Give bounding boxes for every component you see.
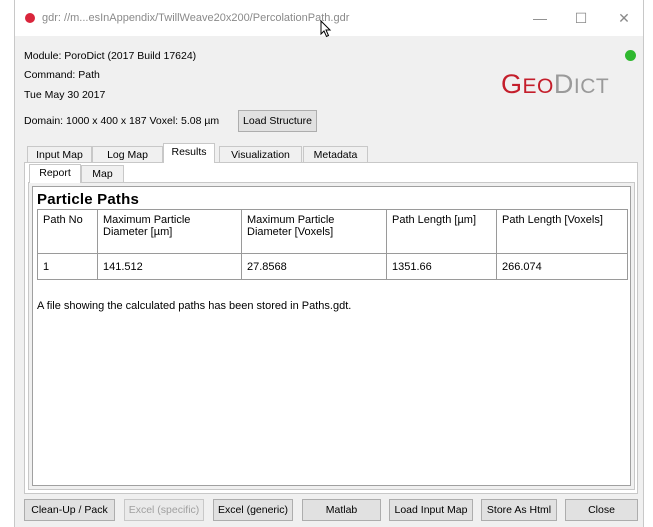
load-structure-button[interactable]: Load Structure: [238, 110, 317, 132]
geodict-logo: GEODICT: [501, 69, 610, 99]
particle-paths-table: Path No Maximum Particle Diameter [µm] M…: [37, 209, 628, 280]
table-row: 1 141.512 27.8568 1351.66 266.074: [37, 253, 628, 280]
excel-generic-button[interactable]: Excel (generic): [213, 499, 293, 521]
table-cell: 1: [37, 253, 98, 280]
cleanup-pack-button[interactable]: Clean-Up / Pack: [24, 499, 115, 521]
excel-specific-button[interactable]: Excel (specific): [124, 499, 204, 521]
mouse-cursor-icon: [320, 20, 332, 38]
module-info: Module: PoroDict (2017 Build 17624): [24, 50, 197, 62]
maximize-button[interactable]: ☐: [566, 8, 596, 28]
tab-visualization[interactable]: Visualization: [219, 146, 302, 163]
table-cell: 27.8568: [241, 253, 387, 280]
close-button[interactable]: Close: [565, 499, 638, 521]
table-cell: 141.512: [97, 253, 242, 280]
tab-log-map[interactable]: Log Map: [92, 146, 163, 163]
column-header-path-no: Path No: [37, 209, 98, 254]
table-cell: 266.074: [496, 253, 628, 280]
command-info: Command: Path: [24, 69, 100, 81]
report-note: A file showing the calculated paths has …: [37, 300, 352, 312]
date-info: Tue May 30 2017: [24, 89, 106, 101]
app-icon: [25, 13, 35, 23]
column-header-max-diameter-voxels: Maximum Particle Diameter [Voxels]: [241, 209, 387, 254]
title-bar[interactable]: gdr: //m...esInAppendix/TwillWeave20x200…: [15, 0, 643, 38]
window-title: gdr: //m...esInAppendix/TwillWeave20x200…: [42, 12, 350, 24]
column-header-path-length-voxels: Path Length [Voxels]: [496, 209, 628, 254]
table-header-row: Path No Maximum Particle Diameter [µm] M…: [37, 209, 628, 254]
matlab-button[interactable]: Matlab: [302, 499, 381, 521]
status-indicator: [625, 50, 636, 61]
store-as-html-button[interactable]: Store As Html: [481, 499, 557, 521]
table-cell: 1351.66: [386, 253, 497, 280]
minimize-button[interactable]: —: [525, 8, 555, 28]
report-title: Particle Paths: [37, 191, 140, 208]
tab-metadata[interactable]: Metadata: [303, 146, 368, 163]
tab-results[interactable]: Results: [163, 143, 215, 163]
report-view: Particle Paths Path No Maximum Particle …: [32, 186, 631, 486]
close-window-button[interactable]: ✕: [609, 8, 639, 28]
tab-input-map[interactable]: Input Map: [27, 146, 92, 163]
column-header-path-length-um: Path Length [µm]: [386, 209, 497, 254]
domain-info: Domain: 1000 x 400 x 187 Voxel: 5.08 µm: [24, 115, 220, 127]
subtab-map[interactable]: Map: [81, 165, 124, 182]
subtab-report[interactable]: Report: [29, 164, 81, 183]
column-header-max-diameter-um: Maximum Particle Diameter [µm]: [97, 209, 242, 254]
load-input-map-button[interactable]: Load Input Map: [389, 499, 473, 521]
app-window: gdr: //m...esInAppendix/TwillWeave20x200…: [14, 0, 644, 527]
